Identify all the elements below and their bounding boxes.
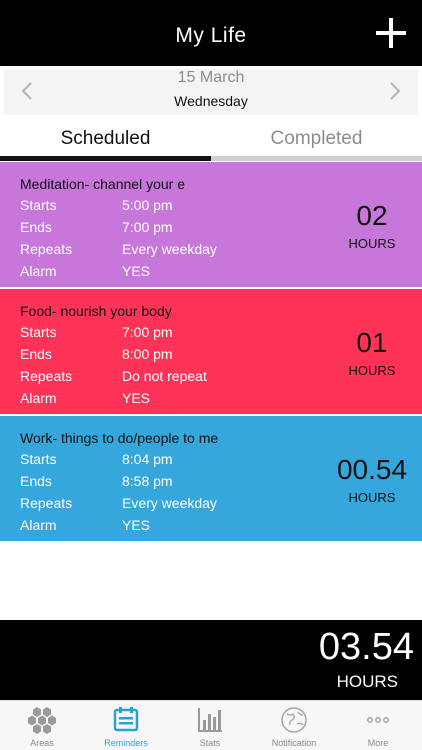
repeats-value: Every weekday bbox=[122, 495, 217, 511]
reminder-name: Work- things to do/people to me bbox=[20, 430, 219, 446]
tabbar-label: Stats bbox=[199, 738, 221, 748]
duration-unit: HOURS bbox=[348, 363, 396, 378]
ends-value: 7:00 pm bbox=[122, 219, 173, 235]
duration-value: 02 bbox=[356, 200, 388, 231]
alarm-label: Alarm bbox=[20, 517, 57, 533]
tabbar-item-reminders[interactable]: Reminders bbox=[84, 701, 168, 750]
alarm-label: Alarm bbox=[20, 263, 57, 279]
tabbar-label: Reminders bbox=[104, 738, 148, 748]
alarm-label: Alarm bbox=[20, 390, 57, 406]
duration-value: 01 bbox=[356, 327, 388, 358]
alarm-value: YES bbox=[122, 517, 151, 533]
starts-value: 7:00 pm bbox=[122, 324, 173, 340]
ends-value: 8:58 pm bbox=[122, 473, 173, 489]
ends-label: Ends bbox=[20, 346, 52, 362]
ends-value: 8:00 pm bbox=[122, 346, 173, 362]
reminder-card-meditation[interactable]: Meditation- channel your e Starts 5:00 pm… bbox=[0, 162, 422, 287]
total-value: 03.54 bbox=[318, 626, 414, 668]
add-plus-icon[interactable] bbox=[376, 18, 406, 48]
tabbar-label: More bbox=[367, 738, 389, 748]
tab-completed[interactable]: Completed bbox=[211, 123, 422, 161]
total-unit: HOURS bbox=[336, 672, 398, 691]
header-bar: My Life bbox=[0, 0, 422, 66]
reminder-card-food[interactable]: Food- nourish your body Starts 7:00 pm En… bbox=[0, 289, 422, 414]
date-selector: 15 March Wednesday bbox=[4, 69, 418, 115]
tabbar-item-notification[interactable]: Notification bbox=[252, 701, 336, 750]
app-title: My Life bbox=[175, 24, 247, 47]
repeats-value: Do not repeat bbox=[122, 368, 207, 384]
starts-value: 5:00 pm bbox=[122, 197, 173, 213]
tabbar-item-stats[interactable]: Stats bbox=[168, 701, 252, 750]
starts-value: 8:04 pm bbox=[122, 451, 173, 467]
bottom-tab-bar: Areas Reminders Stats Notification More bbox=[0, 700, 422, 750]
date-day-month: 15 March bbox=[177, 69, 245, 86]
repeats-label: Repeats bbox=[20, 241, 73, 257]
alarm-value: YES bbox=[122, 263, 151, 279]
hexagons-icon bbox=[27, 706, 57, 734]
more-dots-icon bbox=[363, 706, 393, 734]
ends-label: Ends bbox=[20, 473, 52, 489]
reminder-name: Meditation- channel your e bbox=[20, 176, 185, 192]
ends-label: Ends bbox=[20, 219, 52, 235]
tabbar-label: Notification bbox=[271, 738, 317, 748]
duration-unit: HOURS bbox=[348, 490, 396, 505]
duration-value: 00.54 bbox=[336, 454, 408, 485]
repeats-label: Repeats bbox=[20, 495, 73, 511]
globe-icon bbox=[279, 706, 309, 734]
starts-label: Starts bbox=[20, 197, 57, 213]
tab-scheduled[interactable]: Scheduled bbox=[0, 123, 211, 161]
date-weekday: Wednesday bbox=[174, 93, 248, 109]
calendar-list-icon bbox=[111, 706, 141, 734]
starts-label: Starts bbox=[20, 324, 57, 340]
total-hours-panel: 03.54 HOURS bbox=[0, 620, 422, 700]
segment-tabs: Scheduled Completed bbox=[0, 123, 422, 161]
chevron-right-icon[interactable] bbox=[384, 81, 404, 101]
bar-chart-icon bbox=[195, 706, 225, 734]
duration-unit: HOURS bbox=[348, 236, 396, 251]
tabbar-label: Areas bbox=[30, 738, 54, 748]
tabbar-item-areas[interactable]: Areas bbox=[0, 701, 84, 750]
repeats-label: Repeats bbox=[20, 368, 73, 384]
starts-label: Starts bbox=[20, 451, 57, 467]
alarm-value: YES bbox=[122, 390, 151, 406]
repeats-value: Every weekday bbox=[122, 241, 217, 257]
tabbar-item-more[interactable]: More bbox=[336, 701, 420, 750]
reminder-name: Food- nourish your body bbox=[20, 303, 172, 319]
reminder-card-work[interactable]: Work- things to do/people to me Starts 8:… bbox=[0, 416, 422, 541]
